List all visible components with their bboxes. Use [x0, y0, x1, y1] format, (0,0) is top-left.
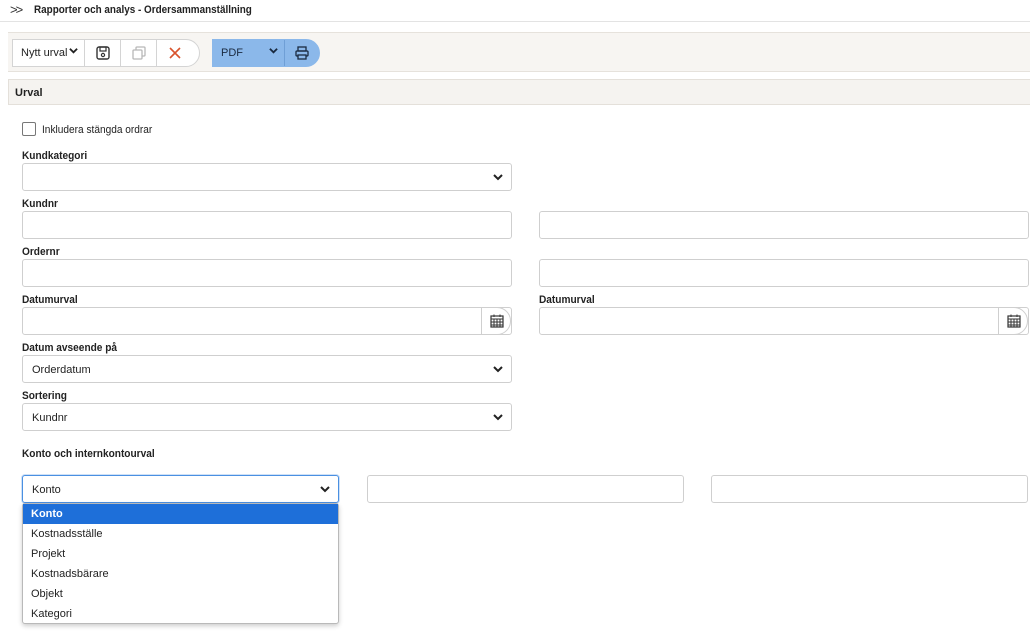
datum-avseende-select[interactable]: Orderdatum: [22, 355, 512, 383]
include-closed-label: Inkludera stängda ordrar: [42, 124, 153, 136]
copy-icon: [132, 46, 146, 60]
calendar-button[interactable]: [481, 307, 511, 335]
chevron-down-icon: [320, 486, 330, 493]
toolbar: Nytt urval PDF: [8, 32, 1030, 72]
ordernr-to-input[interactable]: [539, 259, 1029, 287]
ordernr-label: Ordernr: [22, 246, 60, 258]
datum-avseende-label: Datum avseende på: [22, 342, 118, 354]
output-format-dropdown[interactable]: PDF: [213, 40, 285, 66]
double-chevron-right-icon[interactable]: >>: [10, 2, 23, 17]
konto-type-dropdown-list: Konto Kostnadsställe Projekt Kostnadsbär…: [22, 503, 339, 624]
chevron-down-icon: [69, 46, 78, 58]
calendar-icon: [1007, 314, 1021, 328]
dropdown-option[interactable]: Kategori: [23, 604, 338, 624]
datumurval-to-input[interactable]: [539, 307, 1029, 335]
kundkategori-label: Kundkategori: [22, 150, 88, 162]
konto-type-value: Konto: [32, 484, 61, 496]
kundnr-to-input[interactable]: [539, 211, 1029, 239]
konto-section-label: Konto och internkontourval: [22, 448, 155, 460]
datum-avseende-value: Orderdatum: [32, 364, 91, 376]
dropdown-option[interactable]: Kostnadsbärare: [23, 564, 338, 584]
chevron-down-icon: [493, 414, 503, 421]
konto-from-input[interactable]: [367, 475, 684, 503]
close-icon: [169, 47, 181, 59]
dropdown-option[interactable]: Konto: [23, 504, 338, 524]
datumurval-to-label: Datumurval: [539, 294, 595, 306]
kundnr-from-input[interactable]: [22, 211, 512, 239]
section-header-urval: Urval: [8, 79, 1030, 105]
chevron-down-icon: [493, 366, 503, 373]
selection-dropdown[interactable]: Nytt urval: [13, 40, 85, 66]
sortering-select[interactable]: Kundnr: [22, 403, 512, 431]
sortering-label: Sortering: [22, 390, 67, 402]
copy-button[interactable]: [121, 40, 157, 66]
ordernr-from-input[interactable]: [22, 259, 512, 287]
kundnr-label: Kundnr: [22, 198, 58, 210]
save-icon: [96, 46, 110, 60]
output-format-value: PDF: [221, 47, 243, 59]
title-bar: >> Rapporter och analys - Ordersammanstä…: [0, 0, 1030, 22]
chevron-down-icon: [493, 174, 503, 181]
dropdown-option[interactable]: Projekt: [23, 544, 338, 564]
selection-dropdown-value: Nytt urval: [21, 47, 68, 59]
print-icon: [295, 46, 309, 60]
konto-to-input[interactable]: [711, 475, 1028, 503]
dropdown-option[interactable]: Kostnadsställe: [23, 524, 338, 544]
calendar-button[interactable]: [998, 307, 1028, 335]
section-title: Urval: [15, 87, 43, 99]
selection-toolbar-group: Nytt urval: [12, 39, 200, 67]
save-button[interactable]: [85, 40, 121, 66]
chevron-down-icon: [269, 46, 278, 58]
output-toolbar-group: PDF: [212, 39, 320, 67]
calendar-icon: [490, 314, 504, 328]
konto-type-select[interactable]: Konto: [22, 475, 339, 503]
print-button[interactable]: [285, 40, 319, 66]
delete-button[interactable]: [157, 40, 193, 66]
include-closed-checkbox[interactable]: [22, 122, 36, 136]
dropdown-option[interactable]: Objekt: [23, 584, 338, 604]
datumurval-from-label: Datumurval: [22, 294, 78, 306]
sortering-value: Kundnr: [32, 412, 68, 424]
datumurval-from-input[interactable]: [22, 307, 512, 335]
page-title: Rapporter och analys - Ordersammanställn…: [34, 4, 252, 16]
kundkategori-select[interactable]: [22, 163, 512, 191]
